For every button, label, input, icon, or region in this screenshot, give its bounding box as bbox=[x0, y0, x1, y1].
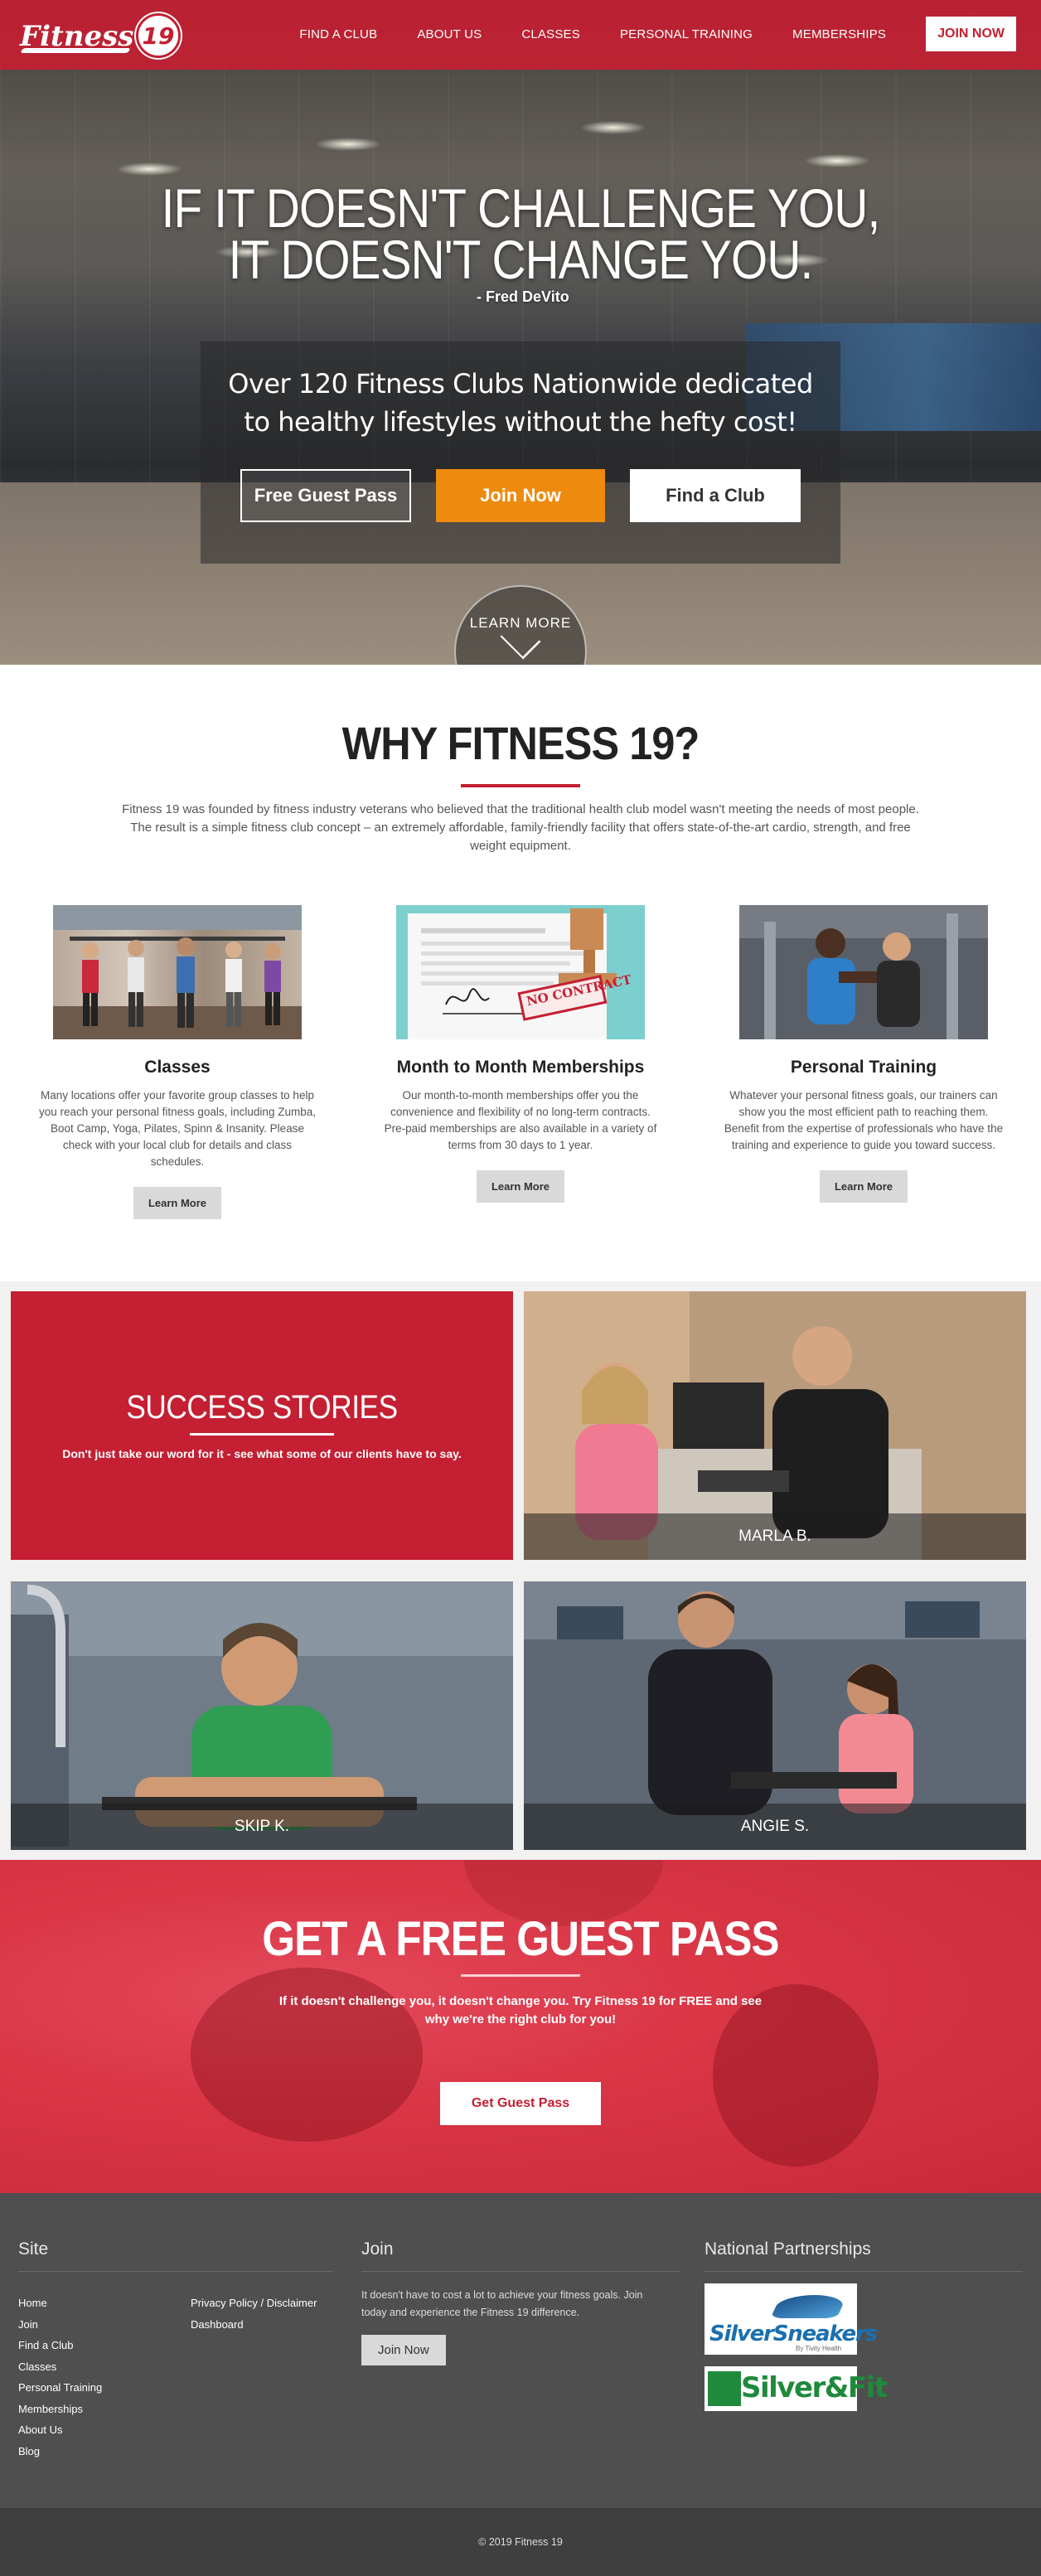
footer-join-column: Join It doesn't have to cost a lot to ac… bbox=[361, 2239, 680, 2365]
main-nav: FIND A CLUB ABOUT US CLASSES PERSONAL TR… bbox=[259, 17, 1016, 51]
feature-classes-text: Many locations offer your favorite group… bbox=[39, 1089, 316, 1168]
feature-personal-training-title: Personal Training bbox=[790, 1058, 937, 1077]
footer-join-text: It doesn't have to cost a lot to achieve… bbox=[361, 2289, 643, 2318]
footer-join-now-button[interactable]: Join Now bbox=[361, 2335, 446, 2365]
hero-quote-author: - Fred DeVito bbox=[477, 288, 569, 305]
footer-join-heading: Join bbox=[361, 2239, 680, 2272]
why-intro: Fitness 19 was founded by fitness indust… bbox=[122, 802, 919, 853]
nav-join-now-button[interactable]: JOIN NOW bbox=[926, 17, 1016, 51]
why-title-divider bbox=[461, 784, 580, 787]
feature-classes-title: Classes bbox=[144, 1058, 211, 1077]
silversneakers-wordmark: SilverSneakers bbox=[709, 2322, 878, 2346]
silversneakers-byline: By Tivity Health bbox=[796, 2345, 842, 2352]
find-a-club-button[interactable]: Find a Club bbox=[630, 469, 801, 522]
memberships-learn-more-button[interactable]: Learn More bbox=[476, 1170, 565, 1203]
footer-site-heading: Site bbox=[18, 2239, 333, 2272]
feature-memberships: NO CONTRACT Month to Month Memberships O… bbox=[363, 905, 678, 1203]
classes-learn-more-button[interactable]: Learn More bbox=[133, 1187, 222, 1219]
hero-quote: IF IT DOESN'T CHALLENGE YOU, IT DOESN'T … bbox=[0, 177, 1041, 290]
footer-link-join[interactable]: Join bbox=[18, 2314, 102, 2336]
logo-badge: 19 bbox=[136, 13, 181, 58]
get-guest-pass-button[interactable]: Get Guest Pass bbox=[440, 2082, 601, 2125]
footer-link-dashboard[interactable]: Dashboard bbox=[191, 2314, 317, 2336]
silversneakers-swoosh-icon bbox=[770, 2295, 848, 2318]
personal-training-image bbox=[739, 905, 988, 1039]
hero-tagline: Over 120 Fitness Clubs Nationwide dedica… bbox=[201, 365, 840, 441]
no-contract-image: NO CONTRACT bbox=[396, 905, 645, 1039]
guest-pass-text: If it doesn't challenge you, it doesn't … bbox=[278, 1994, 763, 2026]
success-stories-subtitle: Don't just take our word for it - see wh… bbox=[62, 1447, 462, 1460]
hero-tagline-line-1: Over 120 Fitness Clubs Nationwide dedica… bbox=[228, 368, 813, 399]
hero-tagline-line-2: to healthy lifestyles without the hefty … bbox=[244, 406, 797, 438]
footer-partnerships-heading: National Partnerships bbox=[704, 2239, 1023, 2272]
guest-pass-section: GET A FREE GUEST PASS If it doesn't chal… bbox=[0, 1860, 1041, 2193]
feature-personal-training-text: Whatever your personal fitness goals, ou… bbox=[724, 1089, 1004, 1151]
silverfit-figure-icon bbox=[708, 2371, 741, 2406]
site-header: Fitness 19 FIND A CLUB ABOUT US CLASSES … bbox=[0, 0, 1041, 70]
footer-link-blog[interactable]: Blog bbox=[18, 2441, 102, 2462]
story-angie[interactable]: ANGIE S. bbox=[524, 1581, 1026, 1850]
feature-personal-training: Personal Training Whatever your personal… bbox=[706, 905, 1021, 1203]
footer-site-links: Home Join Find a Club Classes Personal T… bbox=[18, 2293, 102, 2462]
hero-cta-box: Over 120 Fitness Clubs Nationwide dedica… bbox=[201, 341, 840, 564]
why-fitness19-section: WHY FITNESS 19? Fitness 19 was founded b… bbox=[0, 665, 1041, 1281]
story-skip-name: SKIP K. bbox=[11, 1804, 513, 1850]
silversneakers-logo[interactable]: SilverSneakers By Tivity Health bbox=[704, 2283, 878, 2355]
why-title: WHY FITNESS 19? bbox=[341, 717, 700, 769]
footer-site-column: Site Home Join Find a Club Classes Perso… bbox=[18, 2239, 333, 2457]
footer-link-about-us[interactable]: About Us bbox=[18, 2419, 102, 2441]
footer-link-memberships[interactable]: Memberships bbox=[18, 2399, 102, 2420]
nav-about-us[interactable]: ABOUT US bbox=[417, 27, 482, 41]
fitness19-logo[interactable]: Fitness 19 bbox=[20, 12, 182, 58]
nav-classes[interactable]: CLASSES bbox=[521, 27, 580, 41]
copyright-bar: © 2019 Fitness 19 bbox=[0, 2508, 1041, 2576]
nav-find-a-club[interactable]: FIND A CLUB bbox=[299, 27, 377, 41]
success-stories-title: SUCCESS STORIES bbox=[126, 1389, 398, 1426]
hero-banner: IF IT DOESN'T CHALLENGE YOU, IT DOESN'T … bbox=[0, 0, 1041, 665]
footer-link-find-a-club[interactable]: Find a Club bbox=[18, 2335, 102, 2356]
footer-partnerships-column: National Partnerships SilverSneakers By … bbox=[704, 2239, 1023, 2411]
success-stories-intro: SUCCESS STORIES Don't just take our word… bbox=[11, 1291, 513, 1560]
footer-link-privacy-policy[interactable]: Privacy Policy / Disclaimer bbox=[191, 2293, 317, 2314]
footer-site-links-secondary: Privacy Policy / Disclaimer Dashboard bbox=[191, 2293, 317, 2335]
feature-memberships-title: Month to Month Memberships bbox=[396, 1058, 645, 1077]
footer-link-classes[interactable]: Classes bbox=[18, 2356, 102, 2378]
classes-illustration bbox=[53, 905, 302, 1039]
silverfit-wordmark: Silver&Fit bbox=[741, 2371, 888, 2404]
classes-image bbox=[53, 905, 302, 1039]
copyright-text: © 2019 Fitness 19 bbox=[478, 2536, 563, 2548]
nav-personal-training[interactable]: PERSONAL TRAINING bbox=[620, 27, 753, 41]
success-stories-divider bbox=[190, 1433, 334, 1436]
contract-illustration bbox=[396, 905, 645, 1039]
footer-link-personal-training[interactable]: Personal Training bbox=[18, 2377, 102, 2399]
nav-memberships[interactable]: MEMBERSHIPS bbox=[792, 27, 886, 41]
free-guest-pass-button[interactable]: Free Guest Pass bbox=[240, 469, 411, 522]
hero-quote-line-2: IT DOESN'T CHANGE YOU. bbox=[228, 229, 814, 290]
site-footer: Site Home Join Find a Club Classes Perso… bbox=[0, 2193, 1041, 2508]
trainer-illustration bbox=[739, 905, 988, 1039]
join-now-button[interactable]: Join Now bbox=[436, 469, 605, 522]
story-angie-name: ANGIE S. bbox=[524, 1804, 1026, 1850]
success-stories-section: SUCCESS STORIES Don't just take our word… bbox=[0, 1281, 1041, 1860]
guest-pass-title: GET A FREE GUEST PASS bbox=[262, 1912, 779, 1966]
story-marla[interactable]: MARLA B. bbox=[524, 1291, 1026, 1560]
silverfit-logo[interactable]: Silver&Fit bbox=[704, 2366, 888, 2411]
personal-training-learn-more-button[interactable]: Learn More bbox=[819, 1170, 908, 1203]
logo-swoosh bbox=[20, 48, 131, 53]
guest-pass-divider bbox=[461, 1974, 580, 1977]
feature-memberships-text: Our month-to-month memberships offer you… bbox=[384, 1089, 657, 1151]
footer-link-home[interactable]: Home bbox=[18, 2293, 102, 2314]
story-marla-name: MARLA B. bbox=[524, 1513, 1026, 1560]
hero-quote-line-1: IF IT DOESN'T CHALLENGE YOU, bbox=[161, 177, 881, 239]
story-skip[interactable]: SKIP K. bbox=[11, 1581, 513, 1850]
feature-classes: Classes Many locations offer your favori… bbox=[20, 905, 335, 1219]
